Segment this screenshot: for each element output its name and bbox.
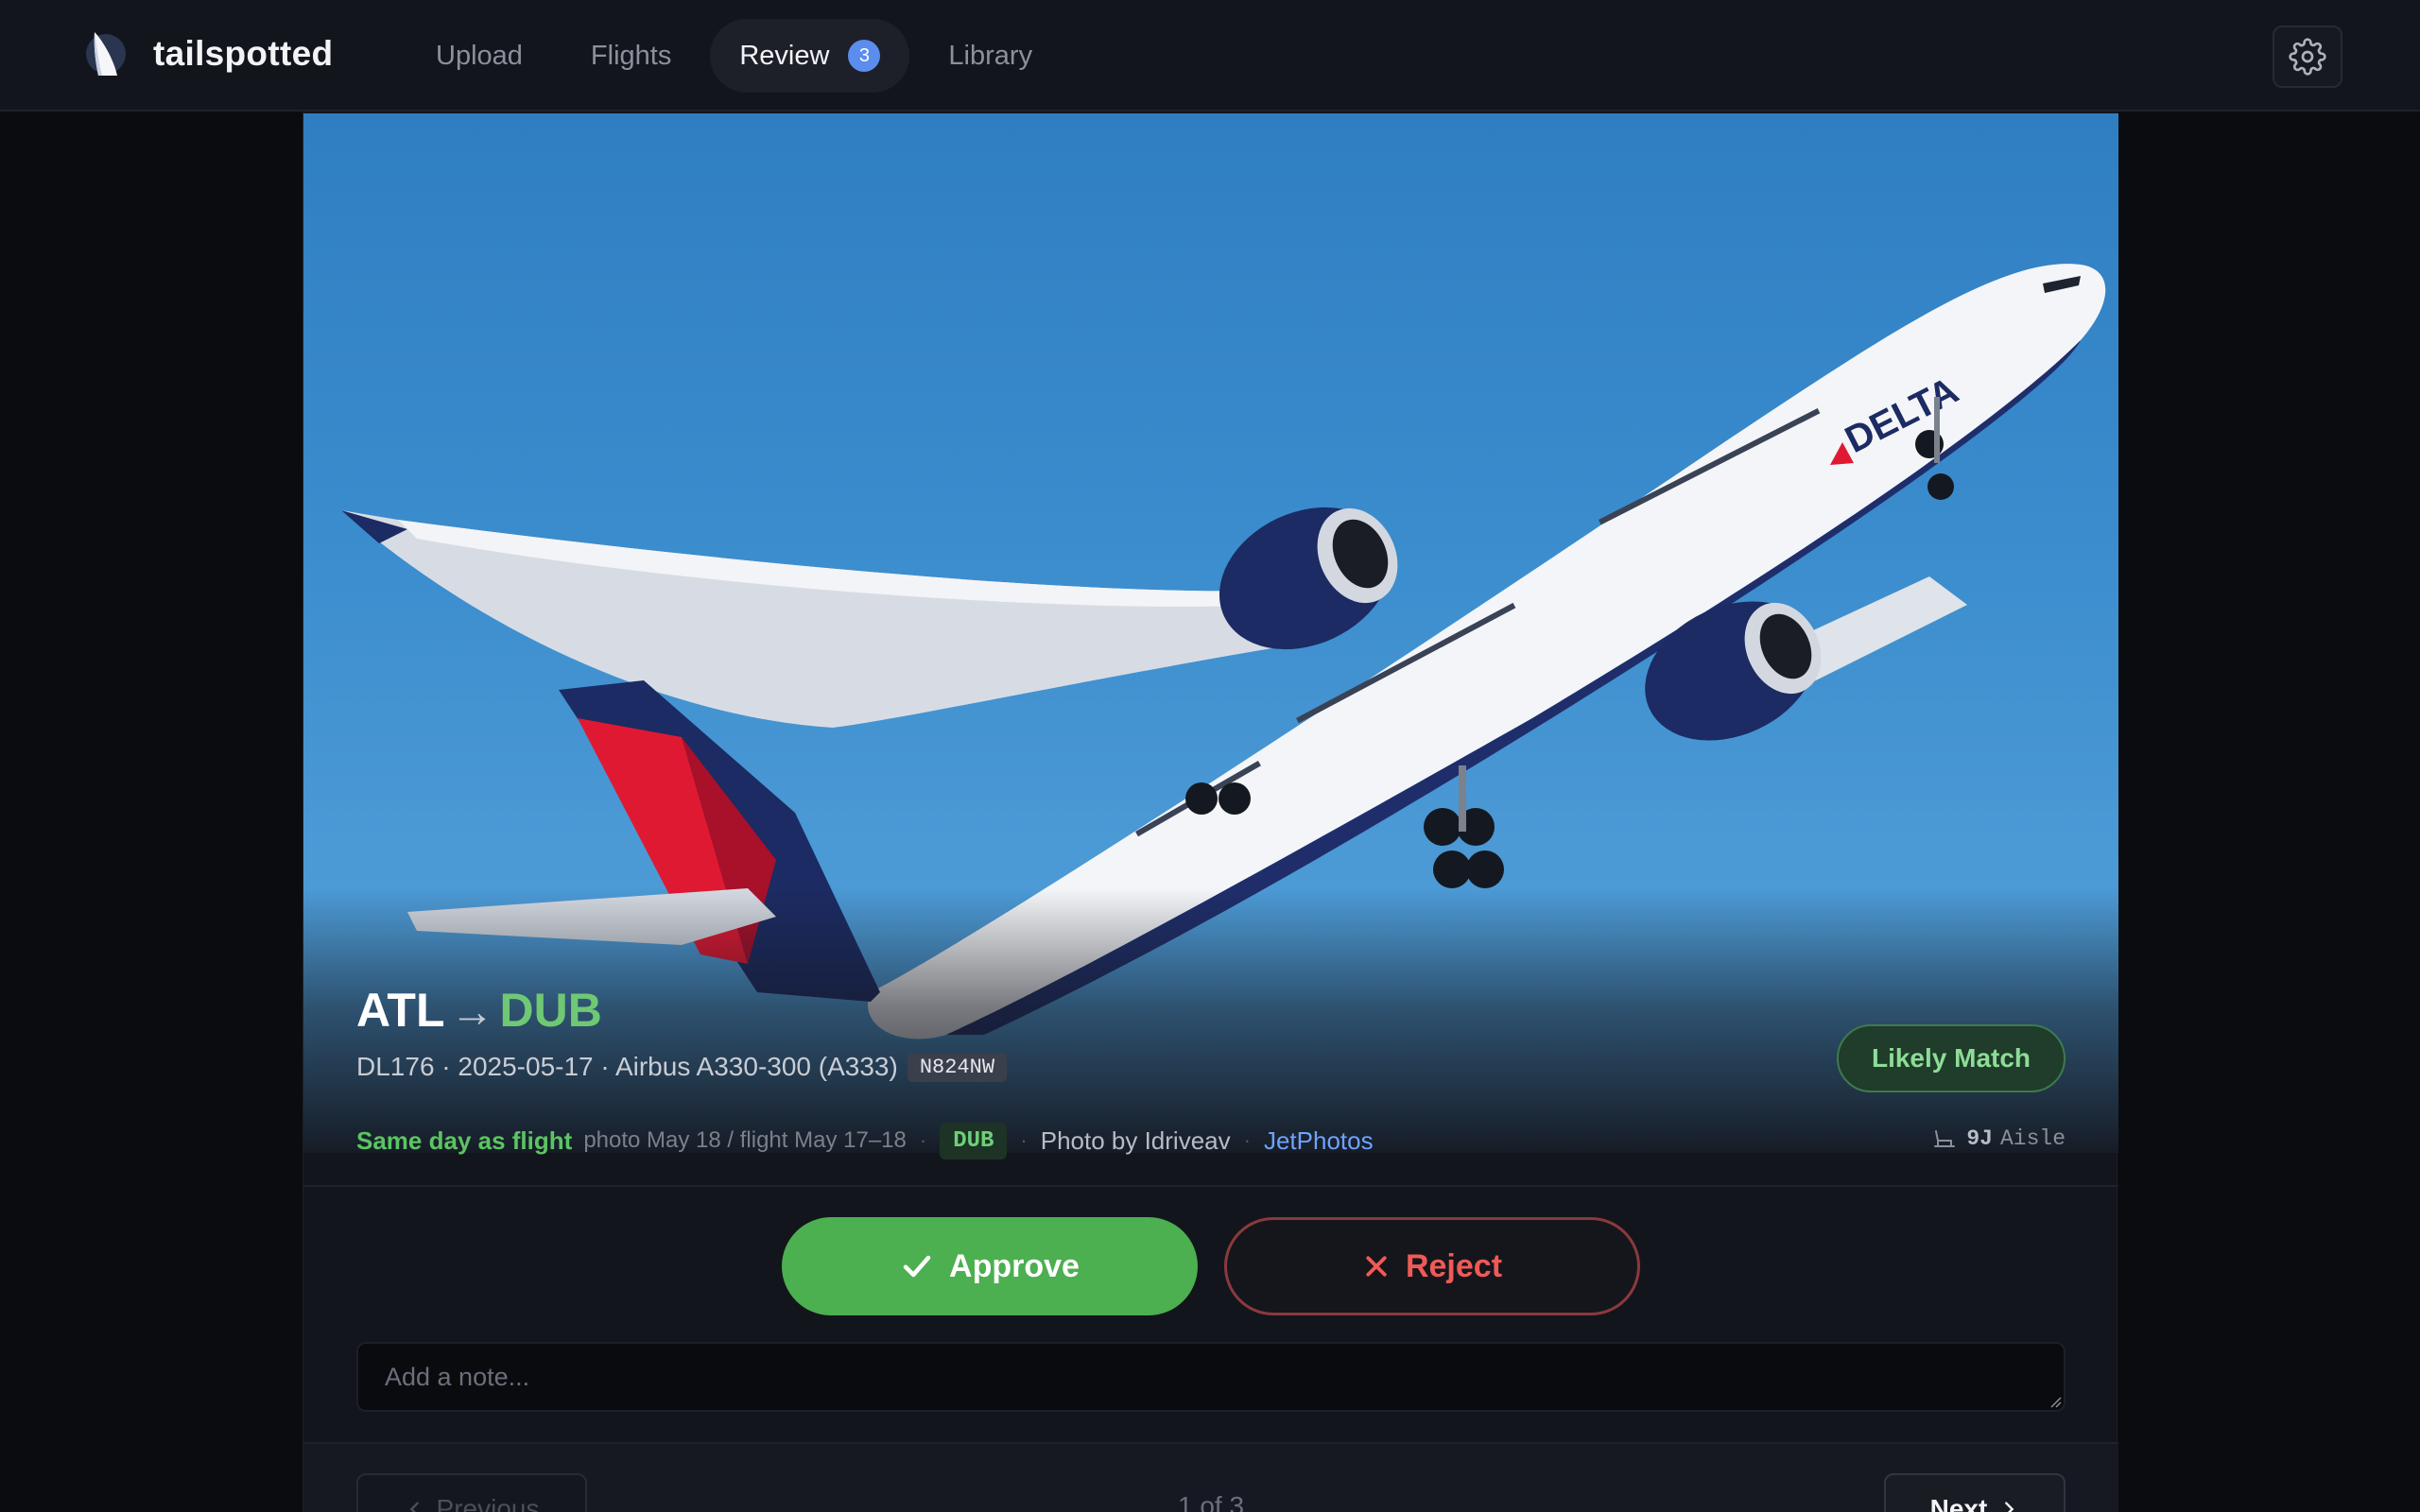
flight-details: DL176 · 2025-05-17 · Airbus A330-300 (A3…: [356, 1052, 1008, 1082]
origin-airport: ATL: [356, 984, 445, 1037]
divider: [303, 1185, 2118, 1187]
reject-button[interactable]: Reject: [1224, 1217, 1640, 1315]
tail-fin-logo-icon: [86, 32, 126, 76]
nav-review-label: Review: [739, 40, 830, 71]
review-card: DELTA ATL → DUB DL176 · 2025-05-17 · Air…: [302, 68, 2118, 1512]
date-comparison: photo May 18 / flight May 17–18: [583, 1127, 907, 1153]
photographer-credit: Photo by Idriveav: [1040, 1125, 1231, 1155]
registration-badge: N824NW: [907, 1052, 1008, 1082]
nav-library[interactable]: Library: [919, 19, 1062, 93]
next-label: Next: [1929, 1494, 1988, 1512]
seat-info: 9J Aisle: [1932, 1126, 2066, 1151]
check-icon: [900, 1249, 934, 1283]
page-indicator: 1 of 3: [1177, 1491, 1245, 1512]
photo-source-link[interactable]: JetPhotos: [1264, 1126, 1374, 1156]
destination-airport: DUB: [499, 984, 602, 1037]
nav-library-label: Library: [948, 40, 1033, 71]
brand[interactable]: tailspotted: [85, 26, 333, 81]
nav-flights-label: Flights: [590, 40, 672, 71]
close-icon: [1362, 1252, 1391, 1280]
previous-button[interactable]: Previous: [356, 1473, 587, 1512]
seat-number: 9J: [1966, 1126, 1993, 1151]
photo-info-row: Same day as flight photo May 18 / flight…: [356, 1108, 2066, 1174]
review-count-badge: 3: [848, 40, 881, 72]
main-nav: Upload Flights Review 3 Library: [406, 19, 1071, 93]
aircraft-photo: DELTA ATL → DUB DL176 · 2025-05-17 · Air…: [303, 113, 2118, 1153]
same-day-indicator: Same day as flight: [356, 1125, 573, 1155]
nav-upload-label: Upload: [436, 40, 523, 71]
seat-icon: [1934, 1130, 1956, 1147]
approve-button[interactable]: Approve: [782, 1217, 1198, 1315]
route-title: ATL → DUB: [356, 983, 602, 1038]
route-arrow: →: [450, 987, 494, 1036]
flight-details-text: DL176 · 2025-05-17 · Airbus A330-300 (A3…: [356, 1052, 898, 1081]
gear-icon: [2289, 38, 2326, 76]
resize-handle-icon[interactable]: [2050, 1397, 2062, 1408]
nav-upload[interactable]: Upload: [406, 19, 552, 93]
chevron-right-icon: [1998, 1499, 2019, 1512]
separator: ·: [919, 1128, 927, 1152]
top-bar: tailspotted Upload Flights Review 3 Libr…: [0, 0, 2420, 112]
settings-button[interactable]: [2273, 26, 2342, 88]
nav-flights[interactable]: Flights: [562, 19, 700, 93]
nav-review[interactable]: Review 3: [710, 19, 910, 93]
next-button[interactable]: Next: [1884, 1473, 2066, 1512]
reject-label: Reject: [1405, 1247, 1503, 1284]
note-input[interactable]: [356, 1342, 2066, 1412]
seat-type: Aisle: [1999, 1126, 2066, 1151]
separator: ·: [1020, 1128, 1028, 1152]
match-status-badge: Likely Match: [1837, 1024, 2066, 1092]
app-name: tailspotted: [153, 34, 334, 73]
approve-label: Approve: [949, 1247, 1080, 1284]
separator: ·: [1243, 1128, 1251, 1152]
photo-airport-tag: DUB: [940, 1122, 1008, 1160]
previous-label: Previous: [436, 1494, 540, 1512]
chevron-left-icon: [405, 1499, 425, 1512]
